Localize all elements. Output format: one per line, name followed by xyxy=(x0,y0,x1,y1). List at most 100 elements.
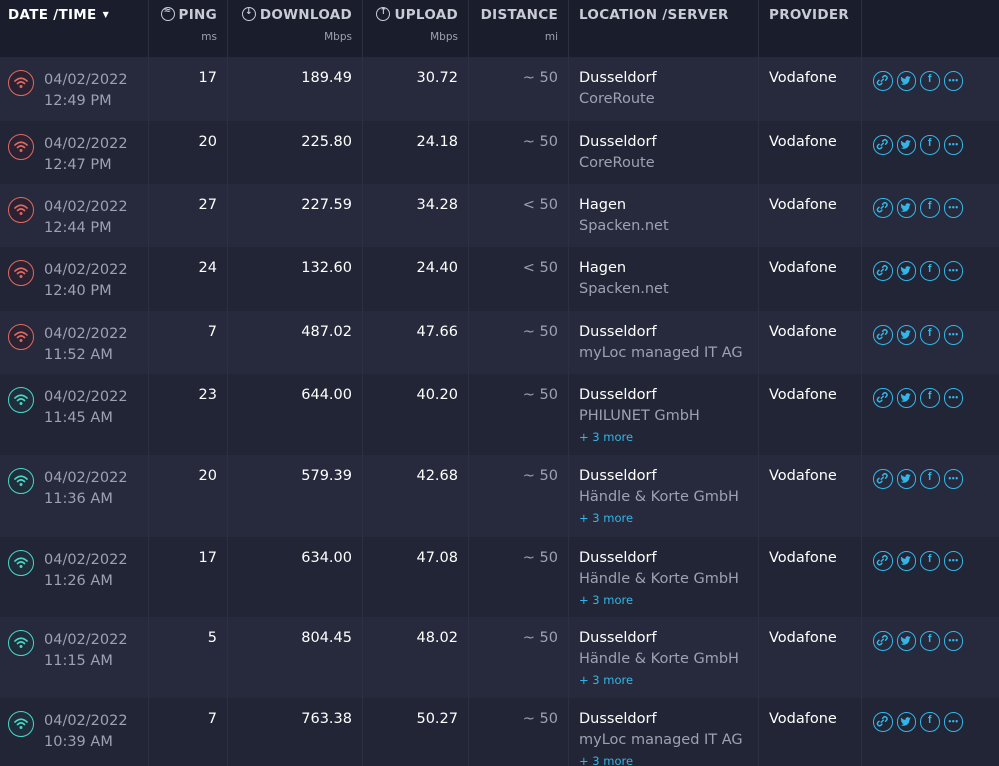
wifi-icon xyxy=(8,260,34,286)
test-time: 10:39 AM xyxy=(44,734,113,750)
server-name: Spacken.net xyxy=(579,281,669,297)
upload-value: 24.18 xyxy=(416,134,458,150)
facebook-icon[interactable]: f xyxy=(920,551,940,571)
twitter-icon[interactable] xyxy=(896,198,916,218)
download-icon xyxy=(241,7,256,21)
distance-cell: ~ 50 xyxy=(469,374,569,455)
result-row[interactable]: 04/02/2022 12:47 PM 20 225.80 24.18 ~ 50… xyxy=(0,121,999,184)
test-date: 04/02/2022 xyxy=(44,389,128,405)
column-header-download[interactable]: DOWNLOAD Mbps xyxy=(228,0,363,57)
column-header-date-time[interactable]: DATE /TIME ▼ xyxy=(0,0,149,57)
share-cell: f xyxy=(862,247,999,311)
column-header-upload[interactable]: UPLOAD Mbps xyxy=(363,0,469,57)
facebook-icon[interactable]: f xyxy=(920,469,940,489)
facebook-icon[interactable]: f xyxy=(920,135,940,155)
wifi-icon xyxy=(8,711,34,737)
more-options-icon[interactable] xyxy=(943,135,963,155)
more-options-icon[interactable] xyxy=(943,712,963,732)
date-time-cell: 04/02/2022 12:49 PM xyxy=(0,57,149,121)
upload-value: 30.72 xyxy=(416,70,458,86)
result-row[interactable]: 04/02/2022 11:26 AM 17 634.00 47.08 ~ 50… xyxy=(0,537,999,617)
more-servers-link[interactable]: + 3 more xyxy=(579,511,633,525)
column-header-location[interactable]: LOCATION /SERVER xyxy=(569,0,759,57)
share-cell: f xyxy=(862,184,999,247)
link-icon[interactable] xyxy=(873,631,893,651)
more-servers-link[interactable]: + 3 more xyxy=(579,754,633,766)
facebook-icon[interactable]: f xyxy=(920,198,940,218)
twitter-icon[interactable] xyxy=(896,631,916,651)
test-time: 12:47 PM xyxy=(44,157,112,173)
date-time-cell: 04/02/2022 12:40 PM xyxy=(0,247,149,311)
more-servers-link[interactable]: + 3 more xyxy=(579,430,633,444)
upload-value: 47.66 xyxy=(416,324,458,340)
twitter-icon[interactable] xyxy=(896,261,916,281)
more-options-icon[interactable] xyxy=(943,325,963,345)
location-cell: Dusseldorf myLoc managed IT AG xyxy=(569,311,759,374)
link-icon[interactable] xyxy=(873,469,893,489)
date-time-cell: 04/02/2022 11:52 AM xyxy=(0,311,149,374)
result-row[interactable]: 04/02/2022 12:49 PM 17 189.49 30.72 ~ 50… xyxy=(0,57,999,121)
result-row[interactable]: 04/02/2022 12:44 PM 27 227.59 34.28 < 50… xyxy=(0,184,999,247)
facebook-icon[interactable]: f xyxy=(920,325,940,345)
link-icon[interactable] xyxy=(873,712,893,732)
more-servers-link[interactable]: + 3 more xyxy=(579,673,633,687)
more-servers-link[interactable]: + 3 more xyxy=(579,593,633,607)
link-icon[interactable] xyxy=(873,261,893,281)
test-date: 04/02/2022 xyxy=(44,326,128,342)
result-row[interactable]: 04/02/2022 11:36 AM 20 579.39 42.68 ~ 50… xyxy=(0,455,999,537)
facebook-icon[interactable]: f xyxy=(920,261,940,281)
provider-cell: Vodafone xyxy=(759,617,862,698)
test-date: 04/02/2022 xyxy=(44,262,128,278)
result-row[interactable]: 04/02/2022 10:39 AM 7 763.38 50.27 ~ 50 … xyxy=(0,698,999,766)
twitter-icon[interactable] xyxy=(896,71,916,91)
facebook-icon[interactable]: f xyxy=(920,631,940,651)
ping-value: 17 xyxy=(198,550,217,566)
result-row[interactable]: 04/02/2022 11:52 AM 7 487.02 47.66 ~ 50 … xyxy=(0,311,999,374)
test-date: 04/02/2022 xyxy=(44,72,128,88)
download-cell: 189.49 xyxy=(228,57,363,121)
upload-value: 34.28 xyxy=(416,197,458,213)
column-header-ping[interactable]: PING ms xyxy=(149,0,228,57)
link-icon[interactable] xyxy=(873,388,893,408)
more-options-icon[interactable] xyxy=(943,631,963,651)
more-options-icon[interactable] xyxy=(943,469,963,489)
distance-cell: ~ 50 xyxy=(469,121,569,184)
upload-value: 47.08 xyxy=(416,550,458,566)
distance-cell: ~ 50 xyxy=(469,57,569,121)
column-header-provider[interactable]: PROVIDER xyxy=(759,0,862,57)
more-options-icon[interactable] xyxy=(943,198,963,218)
date-time-cell: 04/02/2022 12:47 PM xyxy=(0,121,149,184)
download-value: 487.02 xyxy=(301,324,352,340)
link-icon[interactable] xyxy=(873,198,893,218)
ping-value: 7 xyxy=(207,324,217,340)
twitter-icon[interactable] xyxy=(896,325,916,345)
twitter-icon[interactable] xyxy=(896,469,916,489)
result-row[interactable]: 04/02/2022 11:45 AM 23 644.00 40.20 ~ 50… xyxy=(0,374,999,455)
location-cell: Dusseldorf Händle & Korte GmbH + 3 more xyxy=(569,455,759,537)
result-row[interactable]: 04/02/2022 12:40 PM 24 132.60 24.40 < 50… xyxy=(0,247,999,311)
more-options-icon[interactable] xyxy=(943,551,963,571)
more-options-icon[interactable] xyxy=(943,261,963,281)
result-row[interactable]: 04/02/2022 11:15 AM 5 804.45 48.02 ~ 50 … xyxy=(0,617,999,698)
twitter-icon[interactable] xyxy=(896,388,916,408)
ping-cell: 27 xyxy=(149,184,228,247)
facebook-icon[interactable]: f xyxy=(920,388,940,408)
twitter-icon[interactable] xyxy=(896,135,916,155)
twitter-icon[interactable] xyxy=(896,551,916,571)
more-options-icon[interactable] xyxy=(943,71,963,91)
provider-name: Vodafone xyxy=(769,197,837,213)
link-icon[interactable] xyxy=(873,551,893,571)
date-time-cell: 04/02/2022 10:39 AM xyxy=(0,698,149,766)
upload-cell: 30.72 xyxy=(363,57,469,121)
facebook-icon[interactable]: f xyxy=(920,712,940,732)
column-header-distance[interactable]: DISTANCE mi xyxy=(469,0,569,57)
twitter-icon[interactable] xyxy=(896,712,916,732)
more-options-icon[interactable] xyxy=(943,388,963,408)
link-icon[interactable] xyxy=(873,135,893,155)
facebook-icon[interactable]: f xyxy=(920,71,940,91)
distance-value: ~ 50 xyxy=(522,134,558,150)
share-cell: f xyxy=(862,374,999,455)
link-icon[interactable] xyxy=(873,325,893,345)
link-icon[interactable] xyxy=(873,71,893,91)
distance-value: ~ 50 xyxy=(522,468,558,484)
